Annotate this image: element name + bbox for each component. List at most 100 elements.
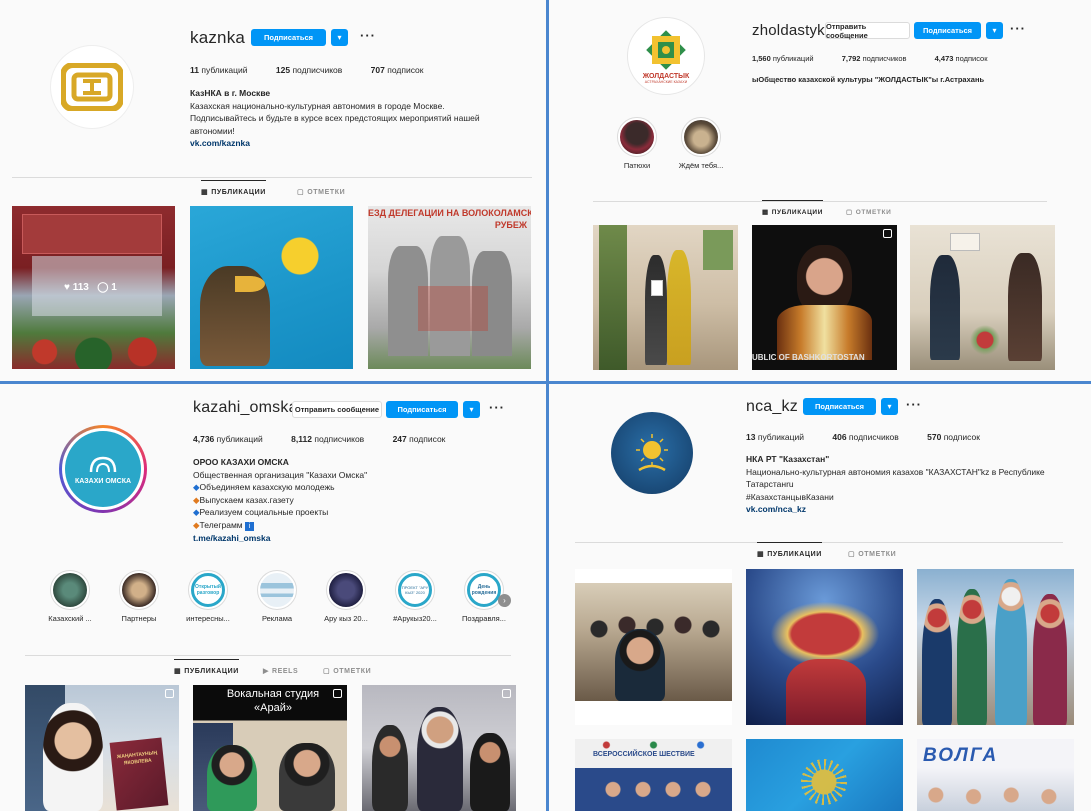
post-caption-overlay: UBLIC OF BASHKORTOSTAN [752, 353, 865, 362]
post-thumbnail[interactable] [190, 206, 353, 369]
bio-link[interactable]: t.me/kazahi_omska [193, 532, 367, 545]
suggested-dropdown-button[interactable]: ▾ [463, 401, 480, 418]
profile-stats: 13 публикаций 406 подписчиков 570 подпис… [746, 432, 1006, 442]
chevron-down-icon: ▾ [992, 26, 997, 35]
more-options-icon[interactable]: ··· [489, 400, 505, 415]
post-thumbnail[interactable]: Вокальная студия «Арай» [193, 685, 347, 811]
following-count[interactable]: 4,473 подписок [935, 54, 988, 63]
tab-tagged[interactable]: ▢ ОТМЕТКИ [297, 188, 345, 197]
profile-avatar[interactable]: КАЗАХИ ОМСКА [59, 425, 147, 513]
following-count[interactable]: 570 подписок [927, 432, 980, 442]
post-thumbnail[interactable] [362, 685, 516, 811]
post-thumbnail[interactable]: UBLIC OF BASHKORTOSTAN [752, 225, 897, 370]
post-thumbnail[interactable] [593, 225, 738, 370]
tab-tagged[interactable]: ▢ ОТМЕТКИ [323, 667, 371, 676]
story-highlight[interactable]: Реклама [252, 570, 302, 623]
post-thumbnail[interactable]: ♥ 113 ◯ 1 [12, 206, 175, 369]
tag-icon: ▢ [323, 668, 331, 675]
post-thumbnail[interactable]: ВСЕРОССИЙСКОЕ ШЕСТВИЕ [575, 739, 732, 811]
more-options-icon[interactable]: ··· [360, 28, 376, 43]
tag-icon: ▢ [297, 189, 305, 196]
highlight-label: #Арукыз20... [393, 614, 437, 623]
tab-tagged[interactable]: ▢ ОТМЕТКИ [848, 550, 896, 559]
post-thumbnail[interactable]: ЖАҢАНТАУНЫҢ ЯКОВЛЕВА [25, 685, 179, 811]
post-banner-text: ВОЛГА [923, 745, 999, 766]
post-thumbnail[interactable] [917, 569, 1074, 725]
followers-count[interactable]: 125 подписчиков [276, 65, 342, 75]
story-highlight[interactable]: Казахский ... [45, 570, 95, 623]
tag-icon: ▢ [846, 209, 853, 216]
post-banner-text: ВСЕРОССИЙСКОЕ ШЕСТВИЕ [593, 751, 695, 758]
followers-count[interactable]: 8,112 подписчиков [291, 434, 364, 444]
follow-button[interactable]: Подписаться [803, 398, 876, 415]
follow-button[interactable]: Подписаться [251, 29, 326, 46]
post-thumbnail[interactable]: ВОЛГА [917, 739, 1074, 811]
tab-tagged[interactable]: ▢ ОТМЕТКИ [846, 208, 891, 217]
highlights-next-arrow-icon[interactable]: › [498, 594, 511, 607]
tab-reels[interactable]: ▶ REELS [263, 667, 298, 676]
tag-icon: ▢ [848, 551, 856, 558]
tab-posts[interactable]: ▦ ПУБЛИКАЦИИ [201, 180, 266, 196]
grid-icon: ▦ [757, 551, 765, 558]
chevron-down-icon: ▾ [337, 33, 342, 42]
posts-count[interactable]: 13 публикаций [746, 432, 804, 442]
story-highlight[interactable]: Ару кыз 20... [321, 570, 371, 623]
profile-avatar[interactable] [50, 45, 134, 129]
post-thumbnail[interactable] [746, 739, 903, 811]
bio-link[interactable]: vk.com/kaznka [190, 137, 510, 150]
story-highlight[interactable]: Ждём тебя... [676, 117, 726, 170]
story-highlight[interactable]: Открытый разговор интересны... [183, 570, 233, 623]
following-count[interactable]: 247 подписок [393, 434, 446, 444]
posts-count[interactable]: 4,736 публикаций [193, 434, 263, 444]
bio-line: Татарстанru [746, 479, 794, 490]
profile-panel-kaznka: kaznka Подписаться ▾ ··· 11 публикаций 1… [0, 0, 546, 381]
follow-button[interactable]: Подписаться [386, 401, 458, 418]
tab-posts[interactable]: ▦ ПУБЛИКАЦИИ [762, 200, 823, 216]
zholdastyk-logo-icon [646, 30, 686, 70]
tab-posts[interactable]: ▦ ПУБЛИКАЦИИ [757, 542, 822, 558]
reel-icon [333, 689, 342, 698]
carousel-icon [165, 689, 174, 698]
post-thumbnail[interactable]: ЕЗД ДЕЛЕГАЦИИ НА ВОЛОКОЛАМСКИЙ РУБЕЖ [368, 206, 531, 369]
profile-panel-kazahi-omska: КАЗАХИ ОМСКА kazahi_omska Отправить сооб… [0, 384, 546, 811]
post-banner-text: РУБЕЖ [494, 220, 527, 230]
post-thumbnail[interactable] [575, 569, 732, 725]
grid-icon: ▦ [201, 189, 209, 196]
bio-link[interactable]: vk.com/nca_kz [746, 503, 1066, 516]
profile-panel-nca-kz: nca_kz Подписаться ▾ ··· 13 публикаций 4… [549, 384, 1091, 811]
followers-count[interactable]: 7,792 подписчиков [842, 54, 907, 63]
highlight-label: Ждём тебя... [678, 161, 724, 170]
suggested-dropdown-button[interactable]: ▾ [331, 29, 348, 46]
profile-avatar[interactable]: ЖОЛДАСТЫК АСТРАХАНСКИЕ КАЗАХИ [627, 17, 705, 95]
bio-line: ◆Выпускаем казах.газету [193, 494, 294, 505]
grid-icon: ▦ [762, 209, 769, 216]
story-highlight[interactable]: Партнеры [114, 570, 164, 623]
suggested-dropdown-button[interactable]: ▾ [881, 398, 898, 415]
heart-icon: ♥ [64, 282, 70, 293]
bio-line: Общественная организация "Казахи Омска" [193, 469, 368, 480]
profile-username: zholdastyk [752, 22, 825, 39]
tab-posts[interactable]: ▦ ПУБЛИКАЦИИ [174, 659, 239, 675]
send-message-button[interactable]: Отправить сообщение [292, 401, 382, 418]
profile-panel-zholdastyk: ЖОЛДАСТЫК АСТРАХАНСКИЕ КАЗАХИ zholdastyk… [549, 0, 1091, 381]
more-options-icon[interactable]: ··· [1010, 21, 1026, 36]
profile-avatar[interactable] [611, 412, 693, 494]
suggested-dropdown-button[interactable]: ▾ [986, 22, 1003, 39]
post-thumbnail[interactable] [746, 569, 903, 725]
story-highlight[interactable]: Патюхи [612, 117, 662, 170]
bio-line: ◆Телеграмм i [193, 519, 367, 532]
send-message-button[interactable]: Отправить сообщение [825, 22, 910, 40]
more-options-icon[interactable]: ··· [906, 397, 922, 412]
profile-full-name: НКА РТ "Казахстан" [746, 454, 830, 464]
following-count[interactable]: 707 подписок [371, 65, 424, 75]
followers-count[interactable]: 406 подписчиков [832, 432, 898, 442]
grid-icon: ▦ [174, 668, 182, 675]
bio-line: ◆Объединяем казахскую молодежь [193, 482, 335, 493]
posts-count[interactable]: 11 публикаций [190, 65, 248, 75]
posts-count[interactable]: 1,560 публикаций [752, 54, 814, 63]
kaznka-logo-icon [61, 63, 123, 111]
story-highlight[interactable]: ПРОЕКТ "АРУ КЫЗ" 2020 #Арукыз20... [390, 570, 440, 623]
tabs-divider [12, 177, 532, 178]
follow-button[interactable]: Подписаться [914, 22, 981, 39]
post-thumbnail[interactable] [910, 225, 1055, 370]
